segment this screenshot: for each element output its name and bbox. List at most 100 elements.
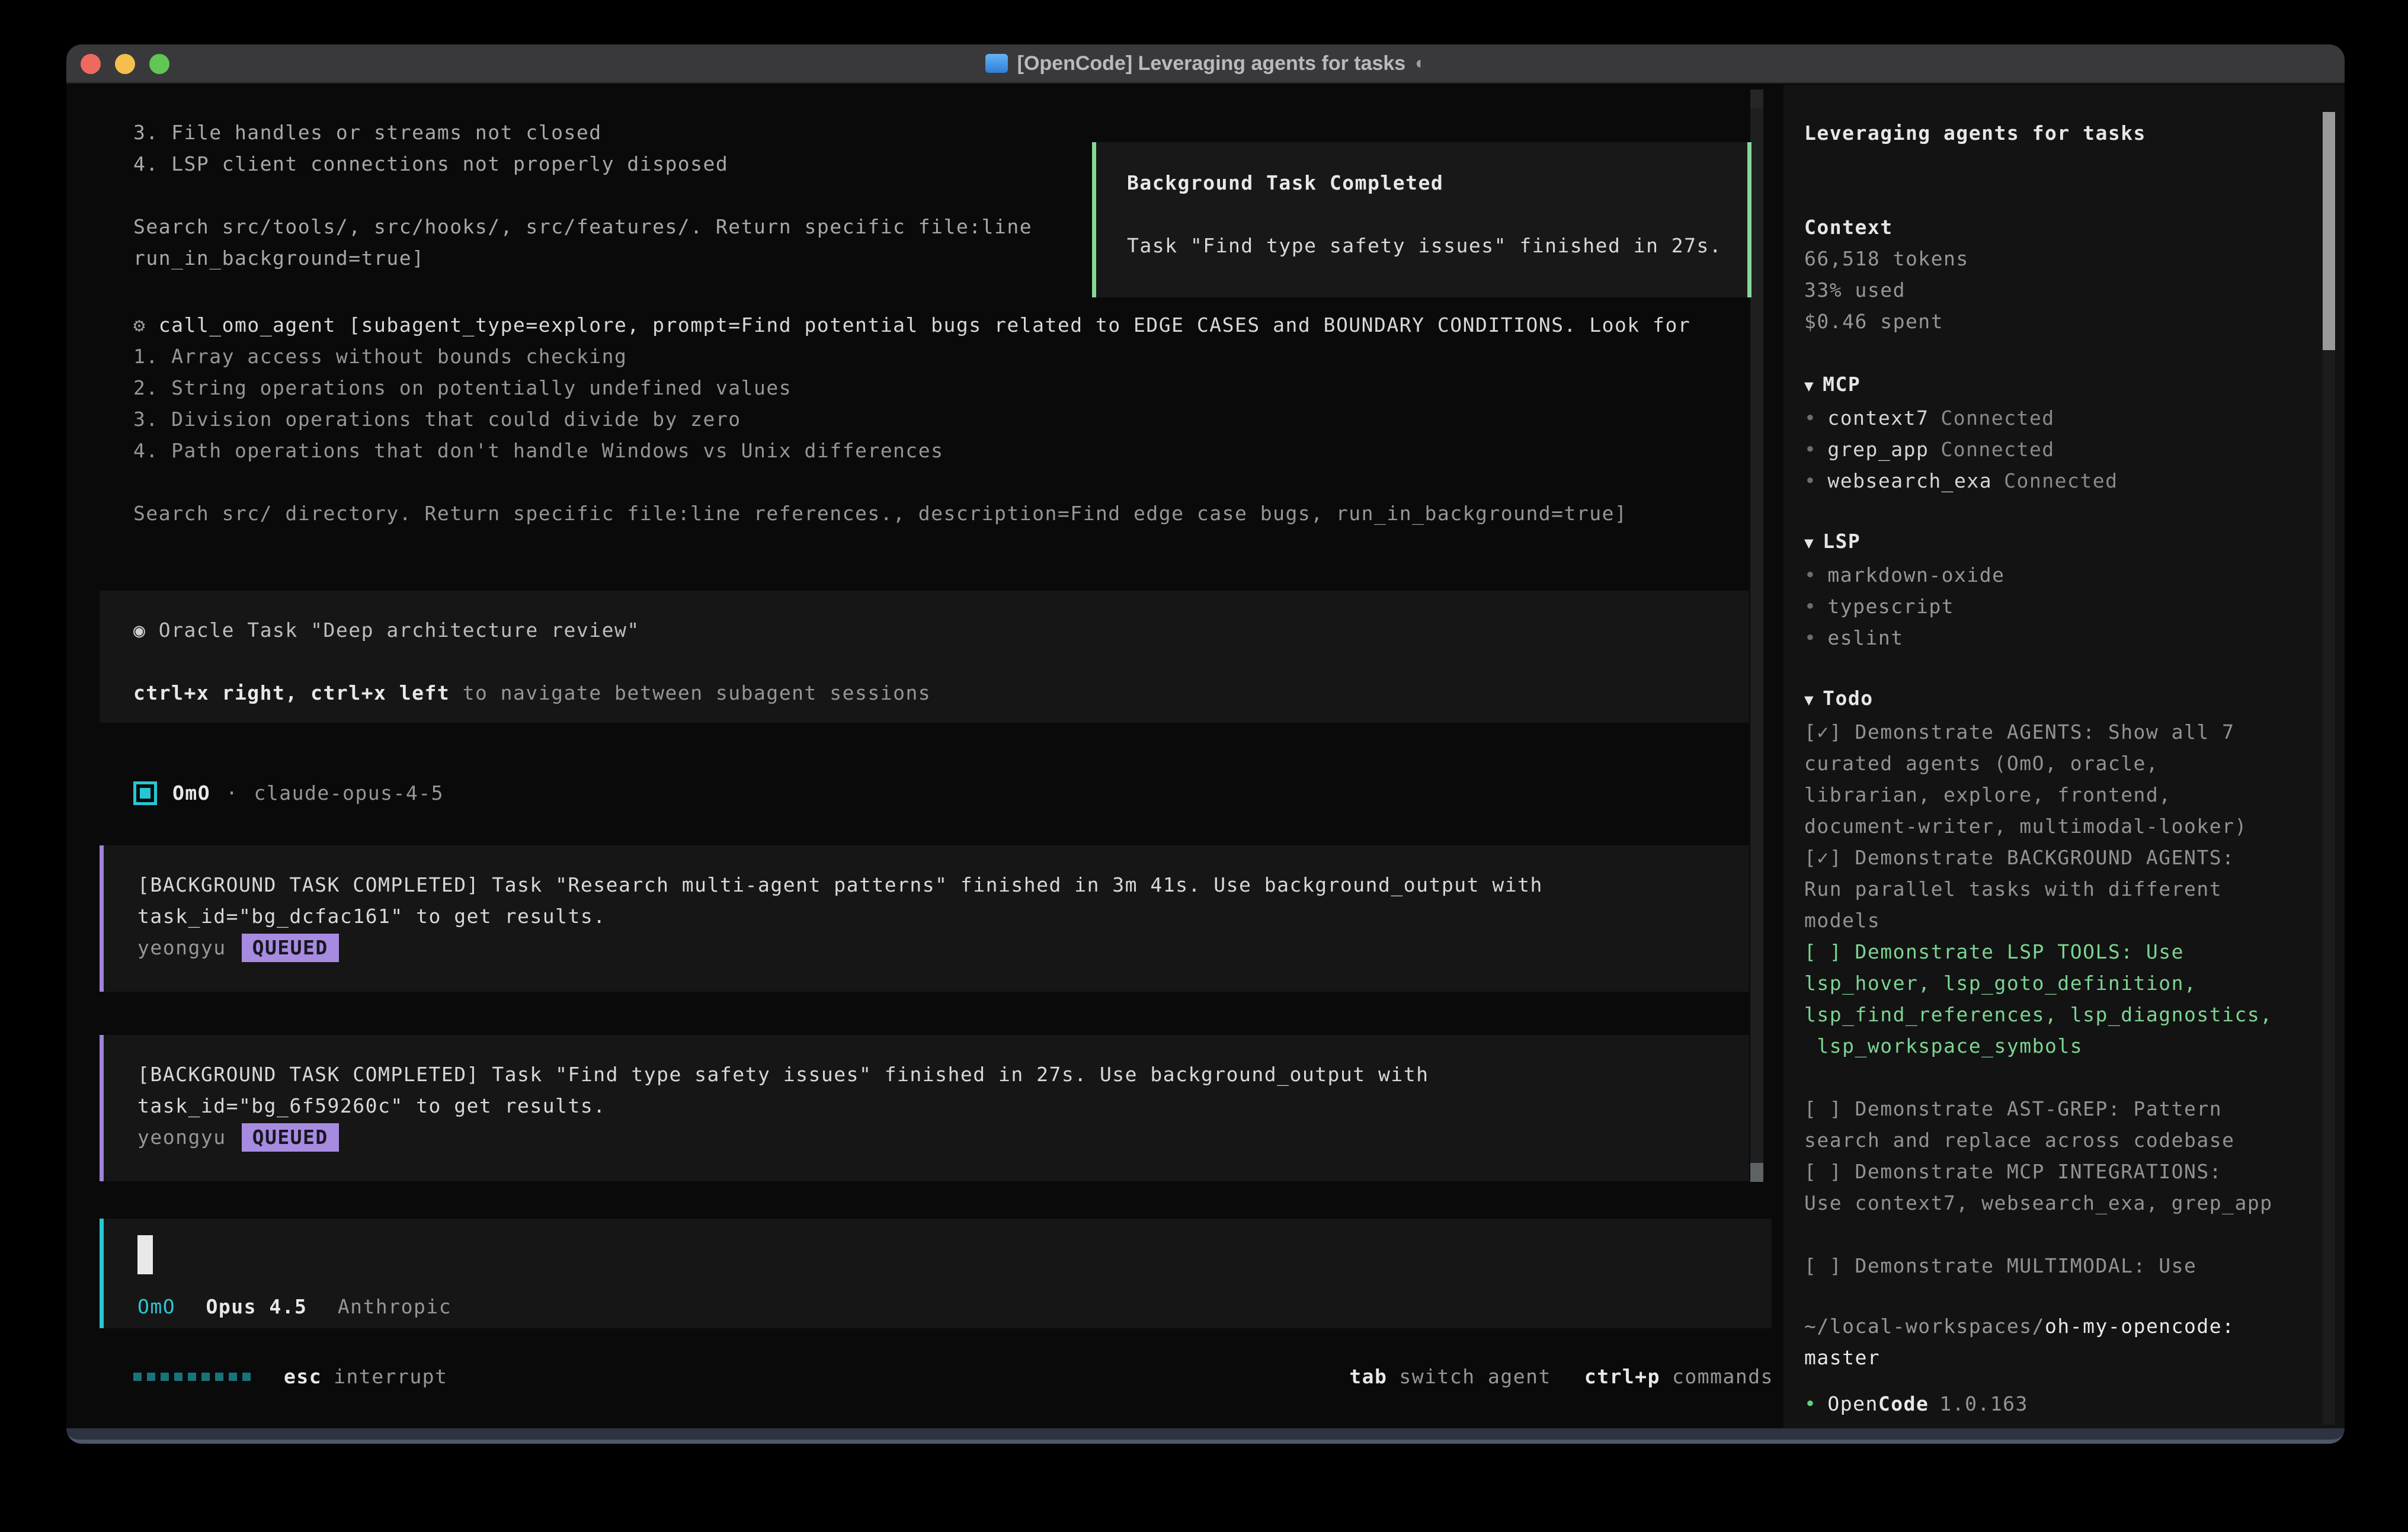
lsp-item: •typescript: [1804, 591, 2295, 622]
collapse-triangle-icon: ▼: [1804, 377, 1814, 395]
lsp-item: •eslint: [1804, 622, 2295, 653]
text-line: [ ] Demonstrate MCP INTEGRATIONS:: [1804, 1156, 2295, 1187]
traffic-lights: [81, 54, 169, 74]
text-line: models: [1804, 905, 2295, 936]
text-line: search and replace across codebase: [1804, 1124, 2295, 1156]
text-line: [ ] Demonstrate LSP TOOLS: Use: [1804, 936, 2295, 967]
sidebar-scrollbar-thumb[interactable]: [2323, 112, 2335, 350]
mcp-item: •websearch_exaConnected: [1804, 465, 2295, 496]
text-cursor: [137, 1235, 153, 1274]
tool-call-line[interactable]: ⚙ call_omo_agent [subagent_type=explore,…: [133, 309, 1757, 341]
prompt-input[interactable]: OmO Opus 4.5 Anthropic: [100, 1219, 1772, 1328]
app-body: 3. File handles or streams not closed4. …: [66, 85, 2345, 1428]
notification-title: Background Task Completed: [1127, 167, 1747, 198]
lsp-header[interactable]: ▼LSP: [1804, 525, 2295, 559]
bullet-icon: •: [1804, 406, 1817, 430]
ctrlp-key-label: commands: [1672, 1361, 1773, 1392]
sidebar-scrollbar[interactable]: [2323, 112, 2335, 1425]
version-line: •OpenCode1.0.163: [1804, 1388, 2295, 1419]
oracle-task-card[interactable]: ◉ Oracle Task "Deep architecture review"…: [100, 591, 1749, 723]
bullet-icon: •: [1804, 469, 1817, 492]
text-line: $0.46 spent: [1804, 306, 2295, 337]
context-section: Context 66,518 tokens33% used$0.46 spent: [1804, 211, 2295, 337]
input-model-name: Opus 4.5: [206, 1295, 307, 1318]
mcp-section: ▼MCP •context7Connected •grep_appConnect…: [1804, 368, 2295, 496]
context-stats: 66,518 tokens33% used$0.46 spent: [1804, 243, 2295, 337]
text-line: 33% used: [1804, 274, 2295, 306]
notification-body: Task "Find type safety issues" finished …: [1127, 230, 1747, 261]
bullet-icon: •: [1804, 438, 1817, 461]
background-task-card[interactable]: [BACKGROUND TASK COMPLETED] Task "Find t…: [100, 1035, 1749, 1181]
workspace-path: ~/local-workspaces/oh-my-opencode:: [1804, 1310, 2295, 1342]
text-line: 2. String operations on potentially unde…: [133, 372, 1757, 403]
agent-square-icon: [133, 781, 157, 805]
workspace-section: ~/local-workspaces/oh-my-opencode: maste…: [1804, 1310, 2295, 1373]
input-agent-name: OmO: [137, 1295, 175, 1318]
task-message: [BACKGROUND TASK COMPLETED] Task "Find t…: [137, 1059, 1749, 1121]
task-user: yeongyu: [137, 1126, 226, 1149]
todo-header[interactable]: ▼Todo: [1804, 682, 2295, 716]
model-selector-row[interactable]: OmO Opus 4.5 Anthropic: [104, 1274, 1772, 1322]
mcp-item: •grep_appConnected: [1804, 434, 2295, 465]
folder-icon: [985, 54, 1008, 73]
text-line: [BACKGROUND TASK COMPLETED] Task "Resear…: [137, 869, 1749, 900]
lsp-section: ▼LSP •markdown-oxide •typescript •eslint: [1804, 525, 2295, 653]
text-line: lsp_find_references, lsp_diagnostics,: [1804, 999, 2295, 1030]
ctrlp-key-hint: ctrl+p: [1584, 1361, 1660, 1392]
close-button[interactable]: [81, 54, 101, 74]
text-line: Use context7, websearch_exa, grep_app: [1804, 1187, 2295, 1219]
bullet-icon: •: [1804, 626, 1817, 649]
window-titlebar[interactable]: [OpenCode] Leveraging agents for tasks ◐: [66, 44, 2345, 84]
text-line: 66,518 tokens: [1804, 243, 2295, 274]
todo-item-pending: [ ] Demonstrate MULTIMODAL: Use: [1804, 1219, 2295, 1281]
window-title-group: [OpenCode] Leveraging agents for tasks ◐: [985, 52, 1426, 75]
esc-key-hint: esc: [284, 1361, 322, 1392]
todo-section: ▼Todo [✓] Demonstrate AGENTS: Show all 7…: [1804, 682, 2295, 1281]
mcp-header[interactable]: ▼MCP: [1804, 368, 2295, 402]
text-line: [✓] Demonstrate BACKGROUND AGENTS:: [1804, 842, 2295, 873]
task-meta-row: yeongyu QUEUED: [137, 932, 1749, 963]
zoom-button[interactable]: [149, 54, 169, 74]
bullet-icon: •: [1804, 595, 1817, 618]
tab-key-label: switch agent: [1399, 1361, 1551, 1392]
text-line: Search src/ directory. Return specific f…: [133, 498, 1757, 529]
todo-item-done: [✓] Demonstrate AGENTS: Show all 7curate…: [1804, 716, 2295, 842]
context-header: Context: [1804, 211, 2295, 243]
background-task-card[interactable]: [BACKGROUND TASK COMPLETED] Task "Resear…: [100, 845, 1749, 992]
half-circle-icon: ◐: [1415, 53, 1426, 73]
text-line: Run parallel tasks with different: [1804, 873, 2295, 905]
status-badge: QUEUED: [242, 1123, 339, 1152]
input-provider-name: Anthropic: [338, 1295, 451, 1318]
text-line: task_id="bg_dcfac161" to get results.: [137, 900, 1749, 932]
session-title: Leveraging agents for tasks: [1804, 117, 2295, 149]
minimize-button[interactable]: [115, 54, 135, 74]
text-line: [BACKGROUND TASK COMPLETED] Task "Find t…: [137, 1059, 1749, 1090]
main-scrollbar[interactable]: [1750, 90, 1763, 1182]
main-scrollbar-thumb[interactable]: [1750, 1163, 1763, 1182]
task-user: yeongyu: [137, 936, 226, 959]
mcp-item: •context7Connected: [1804, 402, 2295, 434]
text-line: curated agents (OmO, oracle,: [1804, 748, 2295, 779]
agent-model: claude-opus-4-5: [254, 777, 444, 809]
task-message: [BACKGROUND TASK COMPLETED] Task "Resear…: [137, 869, 1749, 932]
session-title-section: Leveraging agents for tasks: [1804, 117, 2295, 149]
tool-call-details: 1. Array access without bounds checking2…: [133, 341, 1757, 529]
esc-key-label: interrupt: [334, 1361, 447, 1392]
text-line: [133, 466, 1757, 498]
oracle-title-line: ◉ Oracle Task "Deep architecture review": [133, 614, 1749, 646]
gear-icon: ⚙: [133, 313, 159, 336]
todo-item-pending: [ ] Demonstrate MCP INTEGRATIONS:Use con…: [1804, 1156, 2295, 1219]
status-bar: esc interrupt tab switch agent ctrl+p co…: [133, 1361, 1773, 1392]
spinner-dots: [133, 1373, 251, 1381]
task-meta-row: yeongyu QUEUED: [137, 1121, 1749, 1153]
fisheye-icon: ◉: [133, 618, 146, 642]
background-task-notification[interactable]: Background Task Completed Task "Find typ…: [1092, 142, 1751, 297]
todo-item-pending: [ ] Demonstrate AST-GREP: Patternsearch …: [1804, 1062, 2295, 1156]
terminal-window: [OpenCode] Leveraging agents for tasks ◐…: [66, 44, 2345, 1444]
tab-key-hint: tab: [1349, 1361, 1387, 1392]
bullet-icon: •: [1804, 563, 1817, 586]
workspace-branch: master: [1804, 1342, 2295, 1373]
separator-dot: ·: [226, 777, 238, 809]
text-line: [1804, 1062, 2295, 1093]
status-badge: QUEUED: [242, 934, 339, 962]
